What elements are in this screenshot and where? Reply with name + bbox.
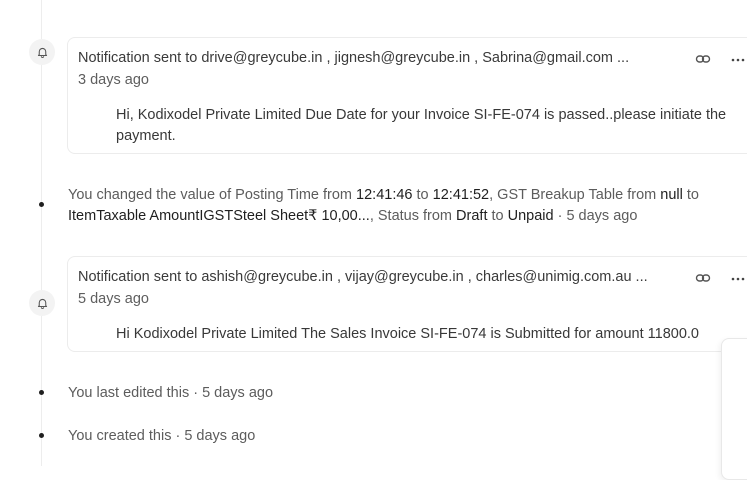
notification-header: Notification sent to drive@greycube.in ,… <box>78 50 630 66</box>
more-icon[interactable] <box>728 268 747 288</box>
from-value: null <box>660 187 683 203</box>
timeline-dot <box>39 390 44 395</box>
timeline-line <box>41 0 42 466</box>
change-activity: You changed the value of Posting Time fr… <box>68 187 699 224</box>
notification-header: Notification sent to ashish@greycube.in … <box>78 269 648 285</box>
notification-time: 3 days ago <box>78 72 149 88</box>
bell-icon <box>29 290 55 316</box>
notification-card: Notification sent to drive@greycube.in ,… <box>67 37 747 154</box>
to-value: 12:41:52 <box>432 187 490 203</box>
created-activity: You created this · 5 days ago <box>68 428 256 444</box>
timeline-dot <box>39 433 44 438</box>
to-value: ItemTaxable AmountIGSTSteel Sheet₹ 10,00… <box>68 208 370 224</box>
from-value: 12:41:46 <box>356 187 413 203</box>
from-value: Draft <box>456 208 488 224</box>
link-icon[interactable] <box>693 268 713 288</box>
notification-body: Hi, Kodixodel Private Limited Due Date f… <box>116 107 727 144</box>
notification-card: Notification sent to ashish@greycube.in … <box>67 256 747 352</box>
bell-icon <box>29 39 55 65</box>
to-value: Unpaid <box>507 208 554 224</box>
notification-body: Hi Kodixodel Private Limited The Sales I… <box>116 326 699 342</box>
side-panel[interactable] <box>721 338 747 480</box>
edited-activity: You last edited this · 5 days ago <box>68 385 274 401</box>
link-icon[interactable] <box>693 49 713 69</box>
notification-time: 5 days ago <box>78 291 149 307</box>
more-icon[interactable] <box>728 49 747 69</box>
timeline-dot <box>39 202 44 207</box>
